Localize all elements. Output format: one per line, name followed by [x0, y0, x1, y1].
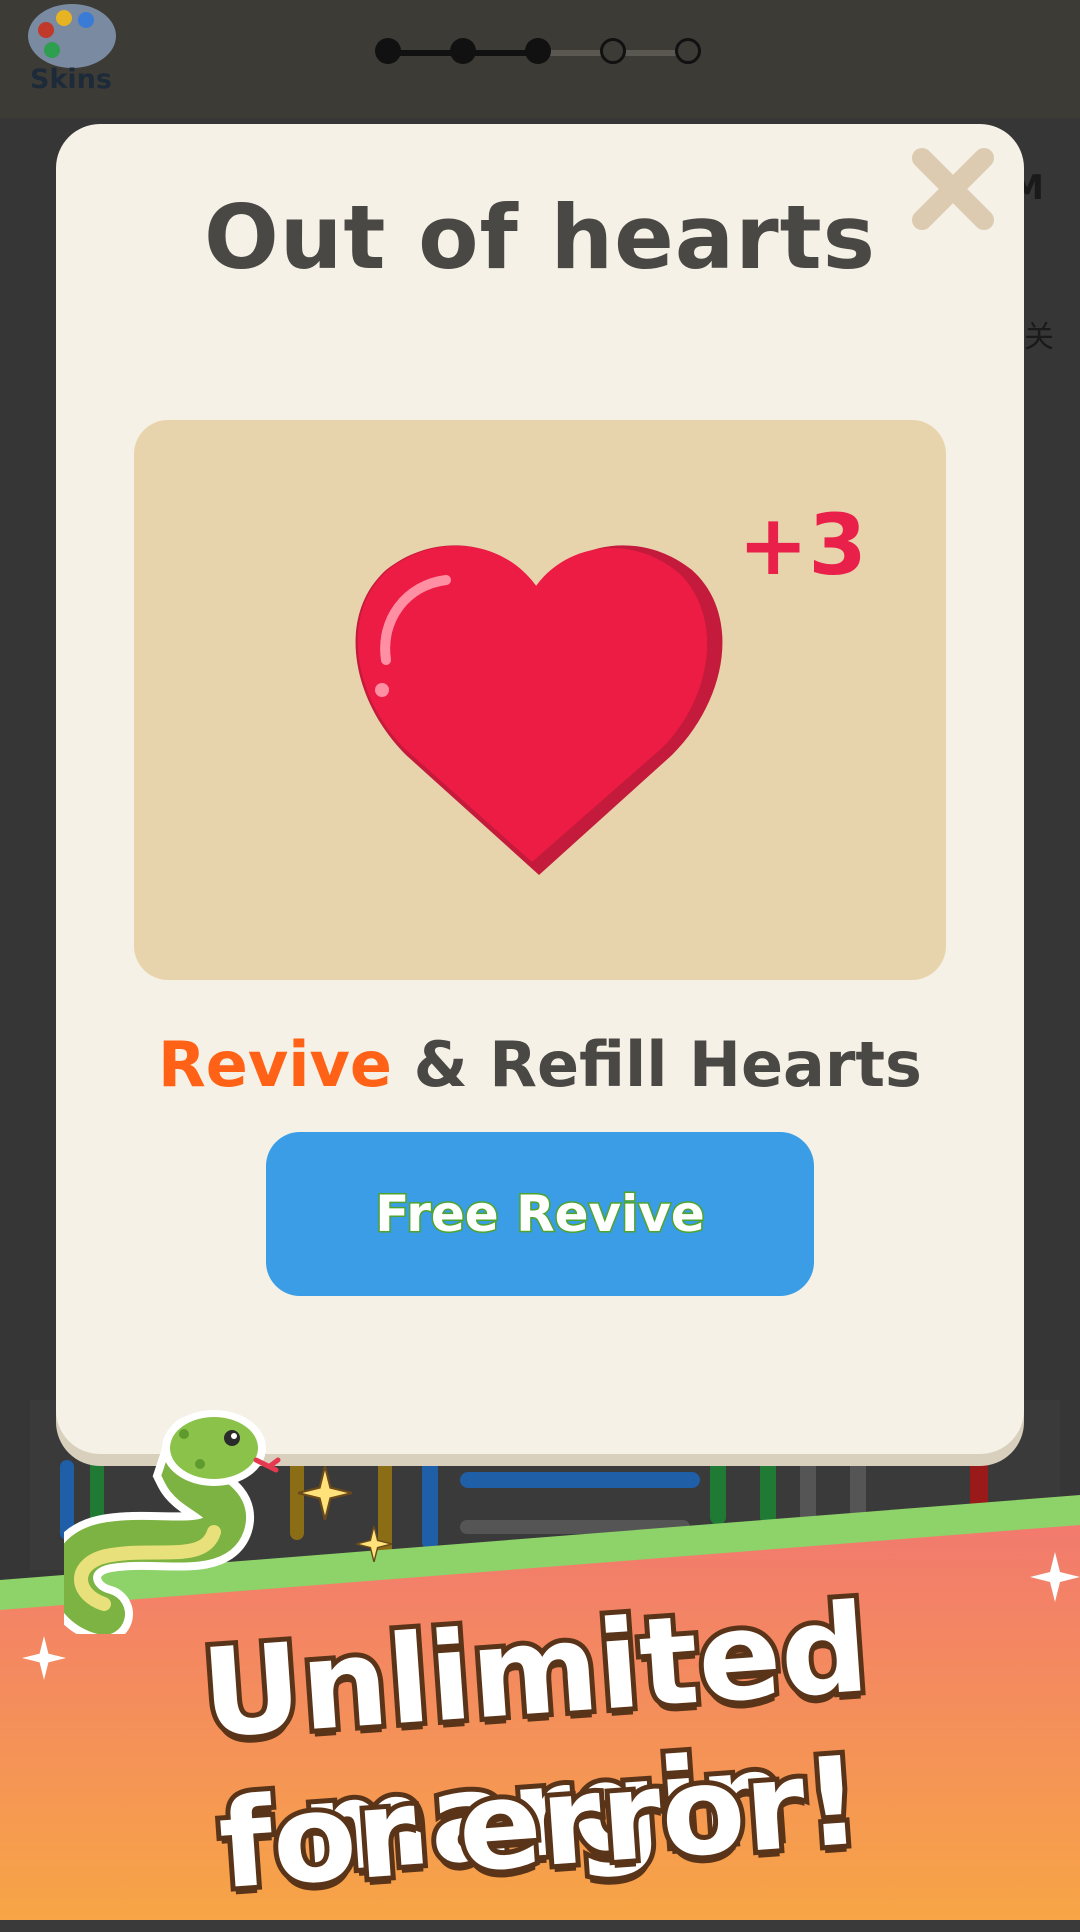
heart-icon: [355, 545, 723, 875]
snake-mascot-icon: [64, 1410, 281, 1634]
progress-dot: [525, 38, 551, 64]
side-text: 关: [1024, 320, 1054, 355]
level-progress: [375, 38, 701, 64]
progress-dot: [600, 38, 626, 64]
revive-highlight: Revive: [158, 1028, 392, 1101]
progress-dot: [450, 38, 476, 64]
sparkle-icon: [298, 1466, 352, 1520]
free-revive-button[interactable]: Free Revive: [266, 1132, 814, 1296]
progress-dot: [375, 38, 401, 64]
skins-label[interactable]: Skins: [30, 64, 112, 95]
reward-amount: +3: [738, 496, 867, 594]
sparkle-icon: [356, 1526, 392, 1562]
progress-dot: [675, 38, 701, 64]
dialog-title: Out of hearts: [203, 186, 877, 289]
top-bar: Skins: [0, 0, 1080, 118]
revive-caption: Revive & Refill Hearts: [0, 1028, 1080, 1101]
free-revive-label: Free Revive: [374, 1184, 706, 1245]
revive-rest: & Refill Hearts: [391, 1028, 922, 1101]
